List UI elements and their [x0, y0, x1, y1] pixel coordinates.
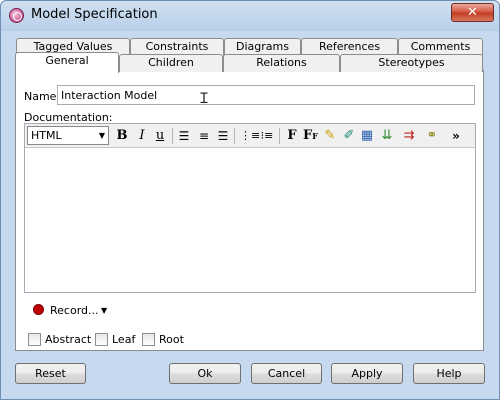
toolbar-separator: [172, 128, 173, 144]
close-icon: ✕: [467, 5, 478, 20]
more-icon[interactable]: »: [449, 127, 463, 145]
text-cursor-icon: Ｉ: [197, 91, 211, 107]
table-icon[interactable]: ▦: [360, 127, 374, 145]
close-button[interactable]: ✕: [451, 3, 494, 22]
abstract-checkbox[interactable]: [28, 333, 41, 346]
cancel-button[interactable]: Cancel: [251, 363, 322, 384]
underline-icon[interactable]: u: [153, 127, 167, 145]
tab-general[interactable]: General: [15, 52, 119, 73]
editor-toolbar: HTML ▼ B I u ☰ ≡ ☰ ⋮≡ ⁝≡ F FF ✎ ✐ ▦ ⇊ ⇉ …: [25, 124, 475, 148]
window-title: Model Specification: [31, 7, 158, 22]
leaf-checkbox[interactable]: [95, 333, 108, 346]
app-icon: [9, 8, 24, 23]
align-left-icon[interactable]: ☰: [177, 127, 191, 145]
reset-button[interactable]: Reset: [15, 363, 86, 384]
chevron-down-icon: ▼: [98, 131, 105, 140]
tab-relations[interactable]: Relations: [223, 54, 340, 72]
documentation-editor[interactable]: HTML ▼ B I u ☰ ≡ ☰ ⋮≡ ⁝≡ F FF ✎ ✐ ▦ ⇊ ⇉ …: [24, 123, 476, 293]
leaf-label: Leaf: [112, 333, 136, 346]
format-select[interactable]: HTML ▼: [27, 126, 109, 145]
record-label[interactable]: Record...: [50, 304, 99, 317]
font-size-icon[interactable]: FF: [303, 127, 318, 145]
italic-icon[interactable]: I: [135, 127, 149, 145]
highlight-icon[interactable]: ✎: [323, 127, 337, 145]
record-icon[interactable]: [33, 304, 44, 315]
text-color-icon[interactable]: ✐: [342, 127, 356, 145]
ok-button[interactable]: Ok: [169, 363, 241, 384]
align-center-icon[interactable]: ≡: [197, 127, 211, 145]
abstract-label: Abstract: [45, 333, 92, 346]
align-right-icon[interactable]: ☰: [216, 127, 230, 145]
tab-stereotypes[interactable]: Stereotypes: [340, 54, 483, 72]
delete-row-icon[interactable]: ⇉: [402, 127, 416, 145]
name-label: Name:: [24, 90, 61, 103]
font-icon[interactable]: F: [285, 127, 299, 145]
help-button[interactable]: Help: [413, 363, 485, 384]
link-icon[interactable]: ⚭: [425, 127, 439, 145]
tab-children[interactable]: Children: [119, 54, 223, 72]
insert-row-icon[interactable]: ⇊: [380, 127, 394, 145]
toolbar-separator: [279, 128, 280, 144]
bullet-list-icon[interactable]: ⁝≡: [260, 127, 274, 145]
toolbar-separator: [234, 128, 235, 144]
root-label: Root: [159, 333, 184, 346]
apply-button[interactable]: Apply: [331, 363, 403, 384]
chevron-down-icon[interactable]: ▼: [101, 306, 107, 315]
bold-icon[interactable]: B: [115, 127, 129, 145]
name-input[interactable]: Interaction Model: [57, 85, 475, 105]
numbered-list-icon[interactable]: ⋮≡: [240, 127, 260, 145]
root-checkbox[interactable]: [142, 333, 155, 346]
title-bar[interactable]: Model Specification ✕: [1, 1, 499, 29]
